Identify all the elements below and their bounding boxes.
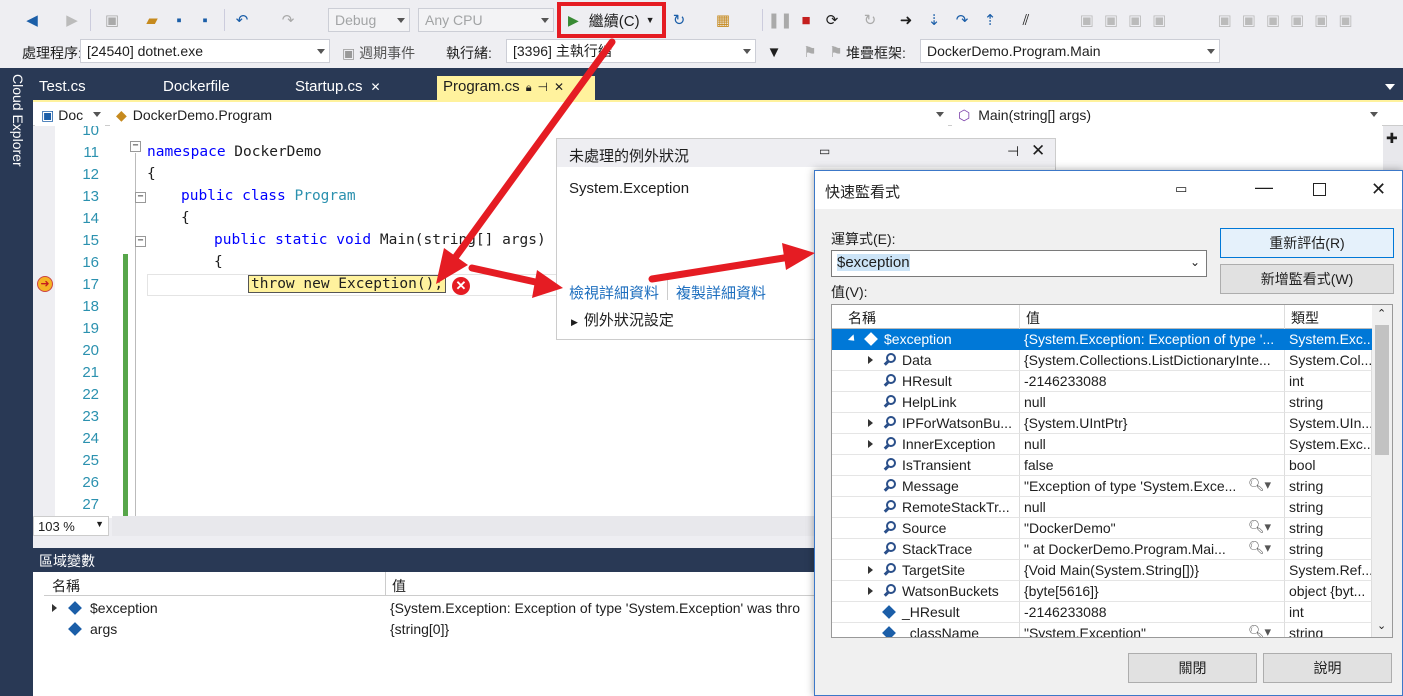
arrow-head (436, 248, 468, 284)
arrow-head (782, 243, 815, 270)
annotation-arrows (436, 38, 815, 298)
arrow-head (532, 270, 563, 298)
